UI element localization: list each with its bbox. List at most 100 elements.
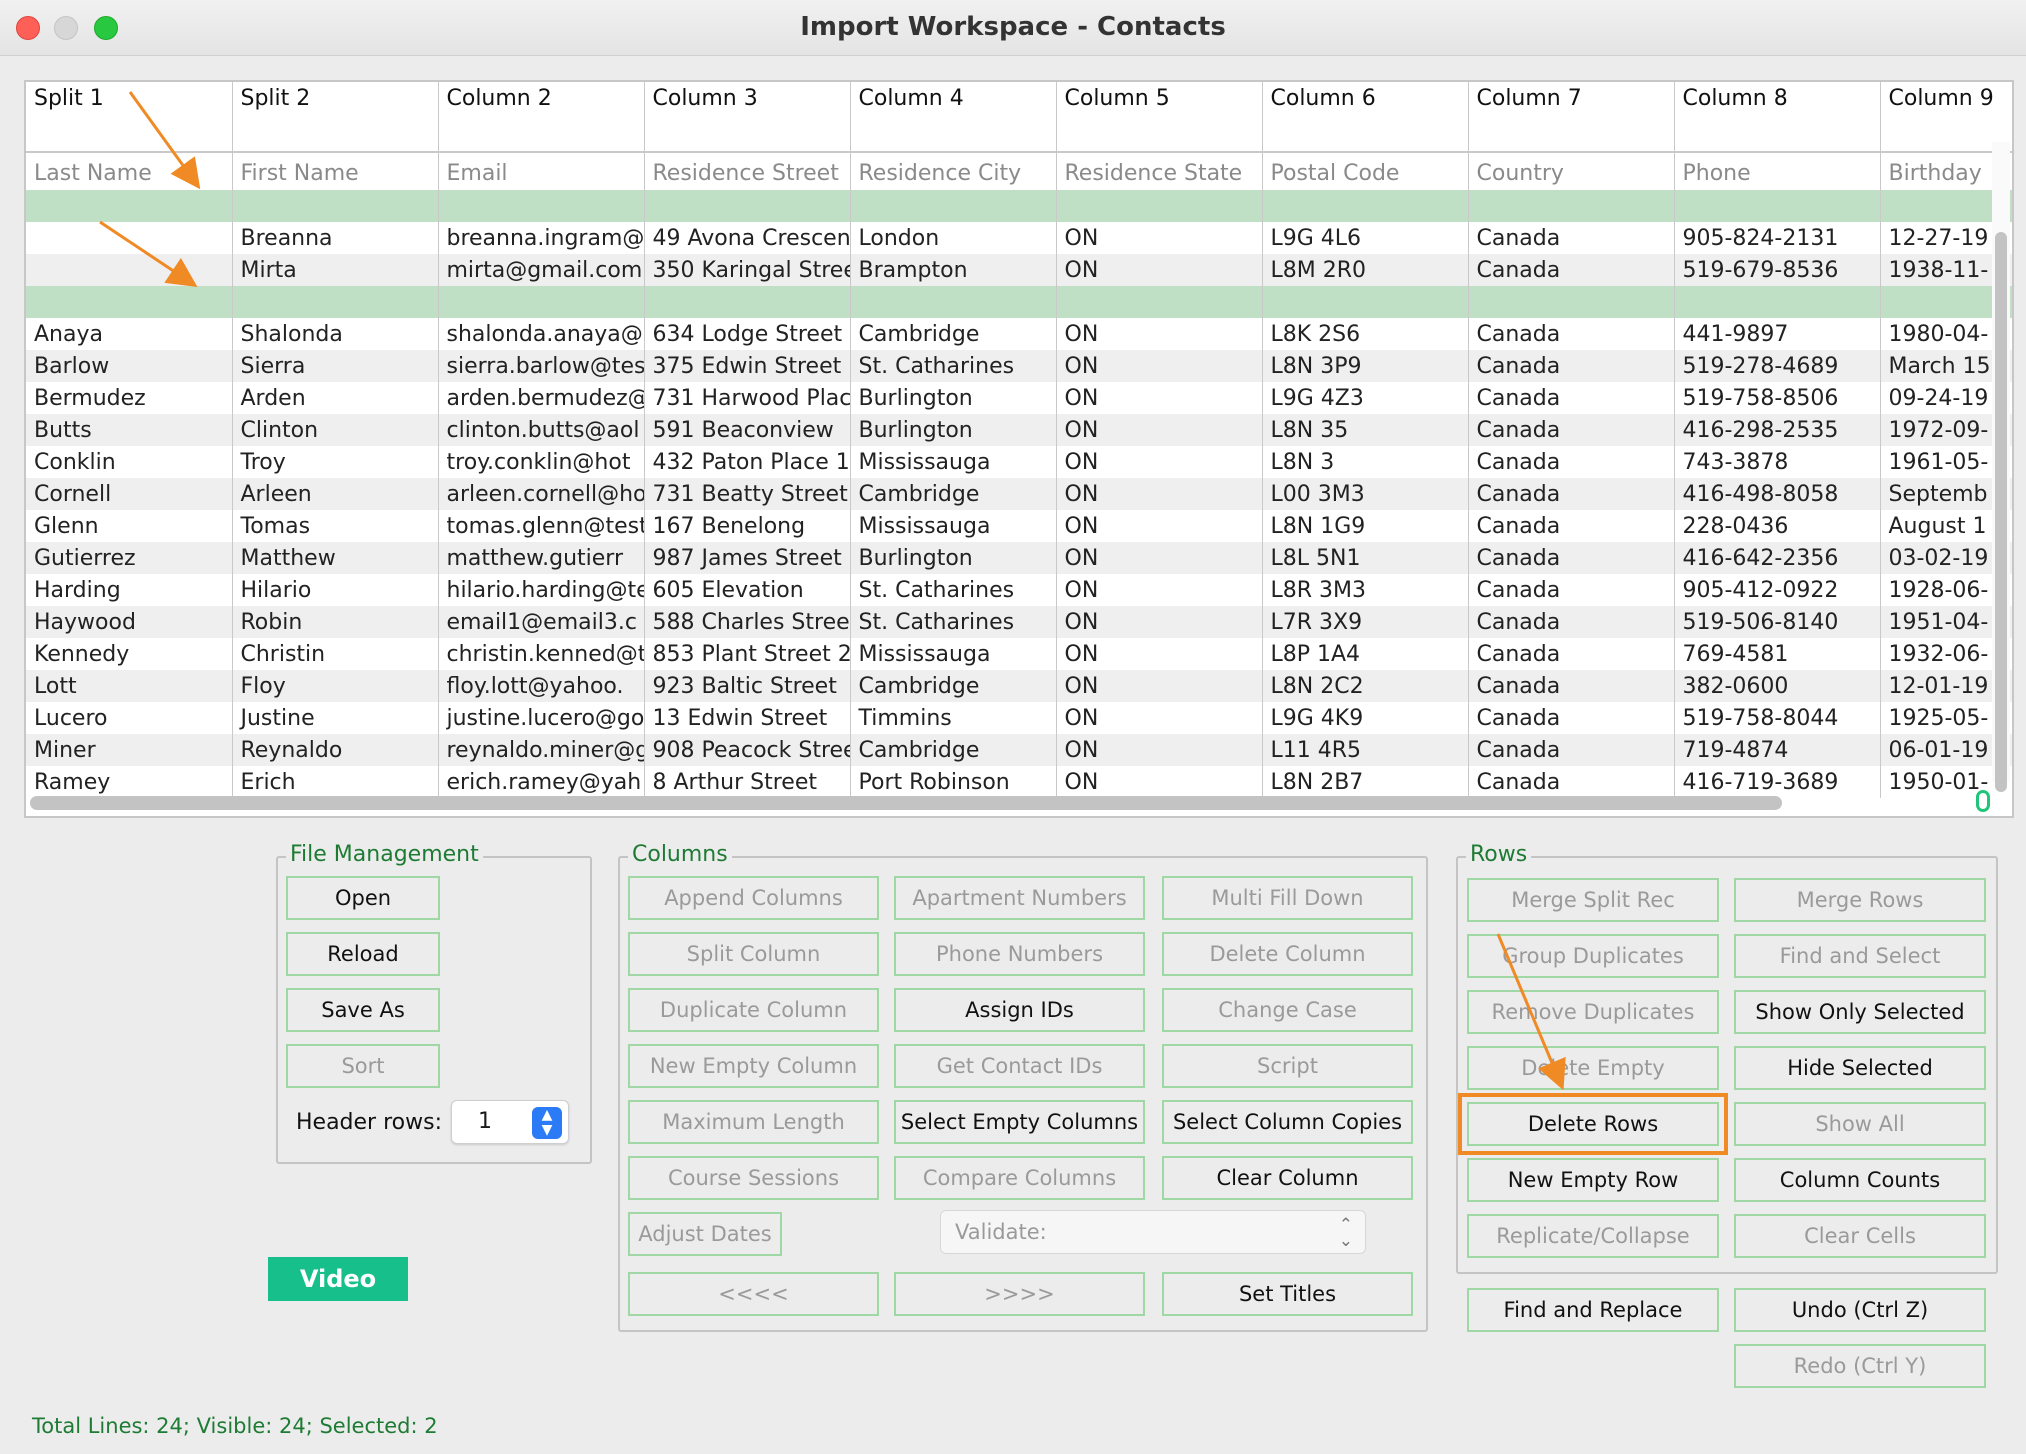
table-cell[interactable]: ON	[1056, 446, 1263, 478]
table-cell[interactable]: Gutierrez	[26, 542, 233, 574]
table-row[interactable]: Glenn Tomas tomas.glenn@test 167 Benelong Mi…	[26, 510, 2012, 542]
table-cell[interactable]: shalonda.anaya@	[438, 318, 645, 350]
selected-table-row[interactable]	[26, 286, 2012, 318]
vertical-scroll-thumb[interactable]	[1995, 232, 2007, 792]
table-cell[interactable]: L8N 1G9	[1262, 510, 1469, 542]
table-cell[interactable]: ON	[1056, 318, 1263, 350]
table-cell[interactable]: St. Catharines	[850, 574, 1057, 606]
table-cell[interactable]: Reynaldo	[232, 734, 439, 766]
column-header[interactable]: Column 2	[438, 82, 645, 153]
table-cell[interactable]: Canada	[1468, 574, 1675, 606]
table-cell[interactable]	[850, 286, 1057, 318]
adjust-dates-button[interactable]: Adjust Dates	[628, 1212, 782, 1256]
table-cell[interactable]: Lott	[26, 670, 233, 702]
table-cell[interactable]: christin.kenned@t	[438, 638, 645, 670]
table-cell[interactable]: arden.bermudez@	[438, 382, 645, 414]
table-cell[interactable]: Barlow	[26, 350, 233, 382]
table-cell[interactable]: Glenn	[26, 510, 233, 542]
merge-rows-button[interactable]: Merge Rows	[1734, 878, 1986, 922]
table-cell[interactable]: Canada	[1468, 638, 1675, 670]
table-cell[interactable]: ON	[1056, 574, 1263, 606]
table-cell[interactable]: 441-9897	[1674, 318, 1881, 350]
table-cell[interactable]: 416-498-8058	[1674, 478, 1881, 510]
delete-rows-button[interactable]: Delete Rows	[1458, 1093, 1728, 1155]
table-cell[interactable]: ON	[1056, 734, 1263, 766]
table-row[interactable]: Kennedy Christin christin.kenned@t 853 Plan…	[26, 638, 2012, 670]
table-cell[interactable]: 382-0600	[1674, 670, 1881, 702]
get-contact-ids-button[interactable]: Get Contact IDs	[894, 1044, 1145, 1088]
table-cell[interactable]: breanna.ingram@	[438, 222, 645, 254]
find-and-select-button[interactable]: Find and Select	[1734, 934, 1986, 978]
table-cell[interactable]: Mirta	[232, 254, 439, 286]
table-cell[interactable]: Port Robinson	[850, 766, 1057, 798]
table-cell[interactable]: St. Catharines	[850, 606, 1057, 638]
field-mapping-cell[interactable]: Postal Code	[1262, 152, 1469, 190]
replicate-collapse-button[interactable]: Replicate/Collapse	[1467, 1214, 1719, 1258]
table-row[interactable]: Haywood Robin email1@email3.c 588 Charles S…	[26, 606, 2012, 638]
apartment-numbers-button[interactable]: Apartment Numbers	[894, 876, 1145, 920]
show-only-selected-button[interactable]: Show Only Selected	[1734, 990, 1986, 1034]
hide-selected-button[interactable]: Hide Selected	[1734, 1046, 1986, 1090]
table-cell[interactable]: 634 Lodge Street	[644, 318, 851, 350]
table-cell[interactable]: erich.ramey@yah	[438, 766, 645, 798]
table-cell[interactable]: Canada	[1468, 670, 1675, 702]
table-cell[interactable]: 350 Karingal Street	[644, 254, 851, 286]
table-cell[interactable]: L9G 4Z3	[1262, 382, 1469, 414]
stepper-arrows-icon[interactable]: ▲ ▼	[532, 1107, 562, 1139]
table-cell[interactable]: ON	[1056, 510, 1263, 542]
find-and-replace-button[interactable]: Find and Replace	[1467, 1288, 1719, 1332]
table-cell[interactable]	[26, 254, 233, 286]
table-cell[interactable]: Matthew	[232, 542, 439, 574]
table-cell[interactable]: L8K 2S6	[1262, 318, 1469, 350]
show-all-button[interactable]: Show All	[1734, 1102, 1986, 1146]
table-cell[interactable]: matthew.gutierr	[438, 542, 645, 574]
multi-fill-down-button[interactable]: Multi Fill Down	[1162, 876, 1413, 920]
table-cell[interactable]: ON	[1056, 350, 1263, 382]
column-header[interactable]: Column 4	[850, 82, 1057, 153]
table-cell[interactable]: Erich	[232, 766, 439, 798]
table-cell[interactable]: tomas.glenn@test	[438, 510, 645, 542]
table-cell[interactable]	[1262, 190, 1469, 222]
table-cell[interactable]: Canada	[1468, 478, 1675, 510]
field-mapping-cell[interactable]: Phone	[1674, 152, 1881, 190]
table-cell[interactable]: 905-824-2131	[1674, 222, 1881, 254]
column-header[interactable]: Split 2	[232, 82, 439, 153]
compare-columns-button[interactable]: Compare Columns	[894, 1156, 1145, 1200]
table-cell[interactable]: Justine	[232, 702, 439, 734]
field-mapping-cell[interactable]: Residence City	[850, 152, 1057, 190]
field-mapping-cell[interactable]: Last Name	[26, 152, 233, 190]
table-cell[interactable]: Canada	[1468, 446, 1675, 478]
table-cell[interactable]: 719-4874	[1674, 734, 1881, 766]
table-cell[interactable]	[1056, 286, 1263, 318]
table-cell[interactable]: Burlington	[850, 382, 1057, 414]
table-cell[interactable]: 519-506-8140	[1674, 606, 1881, 638]
table-cell[interactable]	[850, 190, 1057, 222]
column-header[interactable]: Column 5	[1056, 82, 1263, 153]
table-row[interactable]: Gutierrez Matthew matthew.gutierr 987 James…	[26, 542, 2012, 574]
table-cell[interactable]: justine.lucero@go	[438, 702, 645, 734]
table-cell[interactable]: ON	[1056, 638, 1263, 670]
redo-button[interactable]: Redo (Ctrl Y)	[1734, 1344, 1986, 1388]
script-button[interactable]: Script	[1162, 1044, 1413, 1088]
table-cell[interactable]: Canada	[1468, 222, 1675, 254]
clear-cells-button[interactable]: Clear Cells	[1734, 1214, 1986, 1258]
table-cell[interactable]: Kennedy	[26, 638, 233, 670]
table-cell[interactable]: Sierra	[232, 350, 439, 382]
table-cell[interactable]: L8P 1A4	[1262, 638, 1469, 670]
table-row[interactable]: Lucero Justine justine.lucero@go 13 Edwin S…	[26, 702, 2012, 734]
table-cell[interactable]: Canada	[1468, 414, 1675, 446]
table-cell[interactable]	[644, 286, 851, 318]
table-cell[interactable]: Cambridge	[850, 318, 1057, 350]
table-cell[interactable]: Cambridge	[850, 478, 1057, 510]
table-cell[interactable]: Burlington	[850, 414, 1057, 446]
table-cell[interactable]: Cornell	[26, 478, 233, 510]
table-cell[interactable]	[1468, 190, 1675, 222]
table-cell[interactable]: Canada	[1468, 766, 1675, 798]
column-header[interactable]: Column 8	[1674, 82, 1881, 153]
table-cell[interactable]	[1262, 286, 1469, 318]
merge-split-rec-button[interactable]: Merge Split Rec	[1467, 878, 1719, 922]
table-cell[interactable]: hilario.harding@te	[438, 574, 645, 606]
duplicate-column-button[interactable]: Duplicate Column	[628, 988, 879, 1032]
selected-table-row[interactable]	[26, 190, 2012, 222]
contacts-grid[interactable]: Split 1 Split 2 Column 2 Column 3 Column 4 Co…	[24, 80, 2014, 818]
